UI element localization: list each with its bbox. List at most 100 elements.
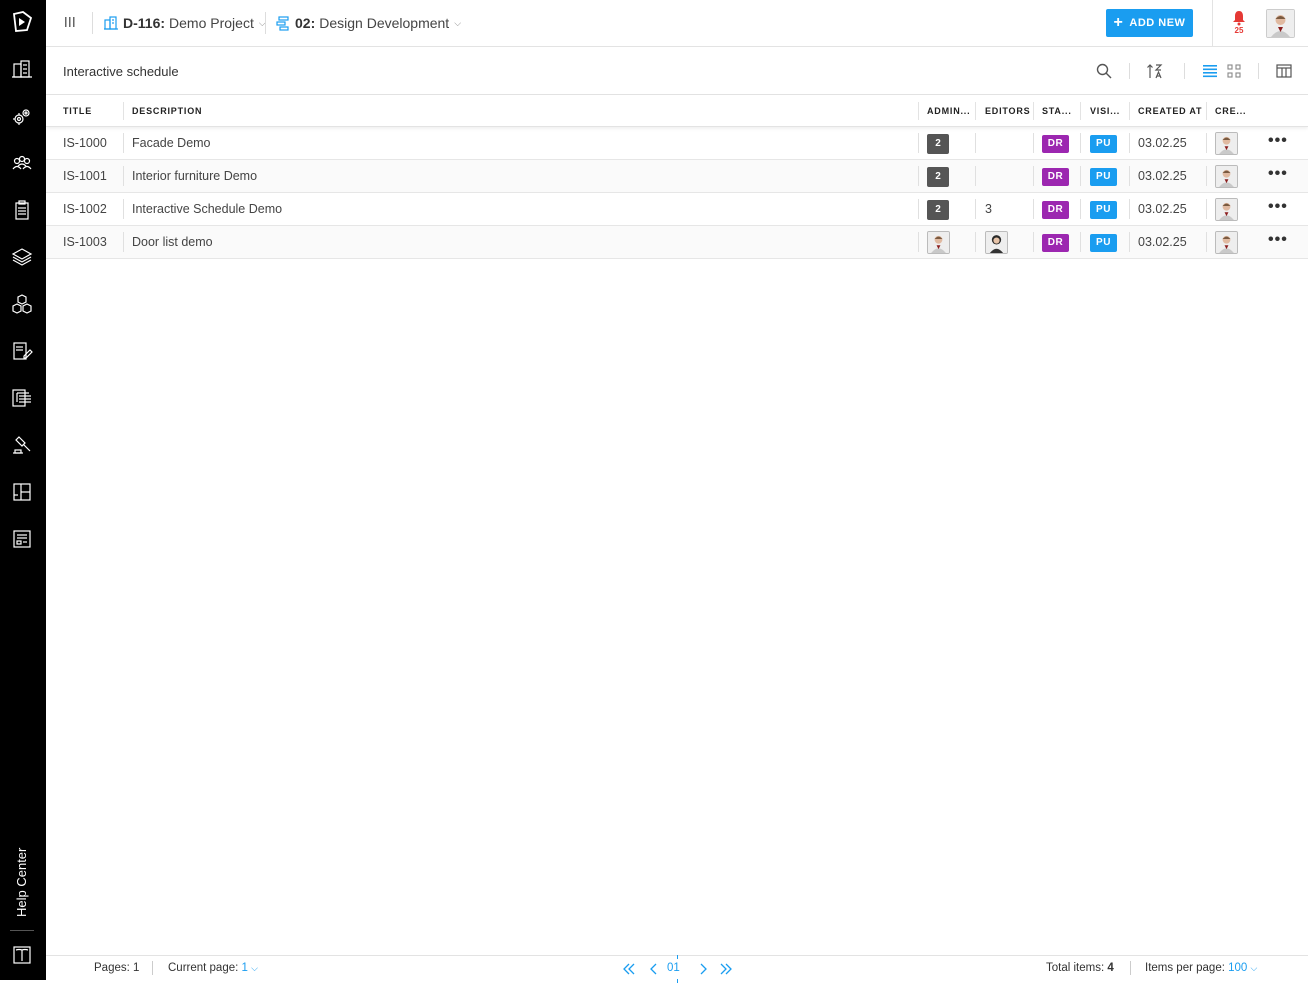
search-icon[interactable] [1095,62,1113,80]
column-header-visibility[interactable]: VISI... [1090,106,1120,116]
admin-avatar[interactable] [927,231,950,254]
status-badge: DR [1042,168,1069,186]
book-icon[interactable] [11,944,33,966]
chevron-down-icon: ⌵ [454,17,462,28]
table-row[interactable]: IS-1000 Facade Demo 2 DR PU 03.02.25 ••• [46,127,1308,160]
column-resize-handle[interactable] [975,102,976,120]
cell-divider [1129,199,1130,219]
column-header-created-at[interactable]: CREATED AT [1138,106,1202,116]
column-resize-handle[interactable] [1206,102,1207,120]
gavel-icon[interactable] [11,434,33,456]
cell-divider [1129,166,1130,186]
layers-icon[interactable] [11,246,33,268]
phase-selector[interactable]: 02: Design Development ⌵ [275,15,461,31]
column-header-status[interactable]: STA... [1042,106,1072,116]
menu-toggle-icon[interactable] [64,16,76,28]
grid-view-icon[interactable] [1225,62,1243,80]
tree-list-icon[interactable] [11,387,33,409]
user-avatar[interactable] [1266,9,1295,38]
cell-divider [1080,166,1081,186]
table-row[interactable]: IS-1002 Interactive Schedule Demo 2 3 DR… [46,193,1308,226]
total-items-value: 4 [1107,962,1114,974]
project-selector[interactable]: D-116: Demo Project ⌵ [103,15,266,31]
items-per-page-selector[interactable]: Items per page: 100 ⌵ [1145,962,1257,974]
row-title: IS-1001 [63,169,107,183]
row-more-menu-icon[interactable]: ••• [1268,232,1288,248]
floorplan-icon[interactable] [11,481,33,503]
column-resize-handle[interactable] [1129,102,1130,120]
add-new-button[interactable]: + ADD NEW [1106,9,1193,37]
creator-avatar[interactable] [1215,132,1238,155]
visibility-badge: PU [1090,234,1117,252]
column-resize-handle[interactable] [1033,102,1034,120]
buildings-icon[interactable] [11,58,33,80]
phase-code: 02: [295,15,316,31]
next-page-icon[interactable] [696,962,710,976]
avatar-image [1267,10,1294,37]
current-page-selector[interactable]: Current page: 1 ⌵ [168,962,258,974]
help-center-label: Help Center [14,847,29,917]
sort-icon[interactable] [1146,62,1164,80]
table-row[interactable]: IS-1001 Interior furniture Demo 2 DR PU … [46,160,1308,193]
row-created-at: 03.02.25 [1138,202,1187,216]
report-icon[interactable] [11,528,33,550]
creator-avatar[interactable] [1215,165,1238,188]
column-header-created-by[interactable]: CRE... [1215,106,1246,116]
status-badge: DR [1042,135,1069,153]
column-header-editors[interactable]: EDITORS [985,106,1030,116]
visibility-badge: PU [1090,168,1117,186]
column-resize-handle[interactable] [123,102,124,120]
phase-timeline-icon [276,16,289,31]
cell-divider [1206,199,1207,219]
settings-gears-icon[interactable] [11,106,33,128]
cell-divider [918,199,919,219]
admins-count-badge[interactable]: 2 [927,134,949,154]
notifications-button[interactable]: 25 [1230,10,1248,36]
column-resize-handle[interactable] [918,102,919,120]
row-editors-count[interactable]: 3 [985,202,992,216]
row-more-menu-icon[interactable]: ••• [1268,133,1288,149]
cell-divider [1129,232,1130,252]
cubes-icon[interactable] [11,293,33,315]
help-center-link[interactable]: Help Center [14,845,32,920]
sidebar-divider [10,930,34,931]
column-resize-handle[interactable] [1080,102,1081,120]
visibility-badge: PU [1090,201,1117,219]
cell-divider [123,199,124,219]
phase-name: Design Development [319,15,450,31]
columns-icon[interactable] [1275,62,1293,80]
row-more-menu-icon[interactable]: ••• [1268,166,1288,182]
creator-avatar[interactable] [1215,231,1238,254]
clipboard-icon[interactable] [11,199,33,221]
editor-avatar[interactable] [985,231,1008,254]
document-edit-icon[interactable] [11,340,33,362]
toolbar-divider [1184,63,1185,79]
app-logo[interactable] [11,10,35,34]
column-header-description[interactable]: DESCRIPTION [132,106,202,116]
footer-divider [1130,961,1131,975]
chevron-down-icon: ⌵ [251,963,258,973]
column-header-title[interactable]: TITLE [63,106,92,116]
creator-avatar[interactable] [1215,198,1238,221]
cell-divider [918,232,919,252]
table-row[interactable]: IS-1003 Door list demo DR PU 03.02.25 ••… [46,226,1308,259]
items-per-page-label: Items per page: [1145,962,1225,974]
notification-count: 25 [1234,26,1244,35]
prev-page-icon[interactable] [647,962,661,976]
cell-divider [1033,232,1034,252]
project-name: Demo Project [169,15,254,31]
cell-divider [1033,133,1034,153]
admins-count-badge[interactable]: 2 [927,200,949,220]
last-page-icon[interactable] [719,962,733,976]
admins-count-badge[interactable]: 2 [927,167,949,187]
column-header-admins[interactable]: ADMIN... [927,106,970,116]
cell-divider [1033,199,1034,219]
team-icon[interactable] [11,152,33,174]
row-created-at: 03.02.25 [1138,235,1187,249]
pages-label: Pages: [94,962,130,974]
pagination-footer: Pages: 1 Current page: 1 ⌵ 01 Total item… [46,955,1308,983]
row-more-menu-icon[interactable]: ••• [1268,199,1288,215]
list-view-icon[interactable] [1201,62,1219,80]
current-page-number[interactable]: 01 [667,955,680,983]
first-page-icon[interactable] [622,962,636,976]
